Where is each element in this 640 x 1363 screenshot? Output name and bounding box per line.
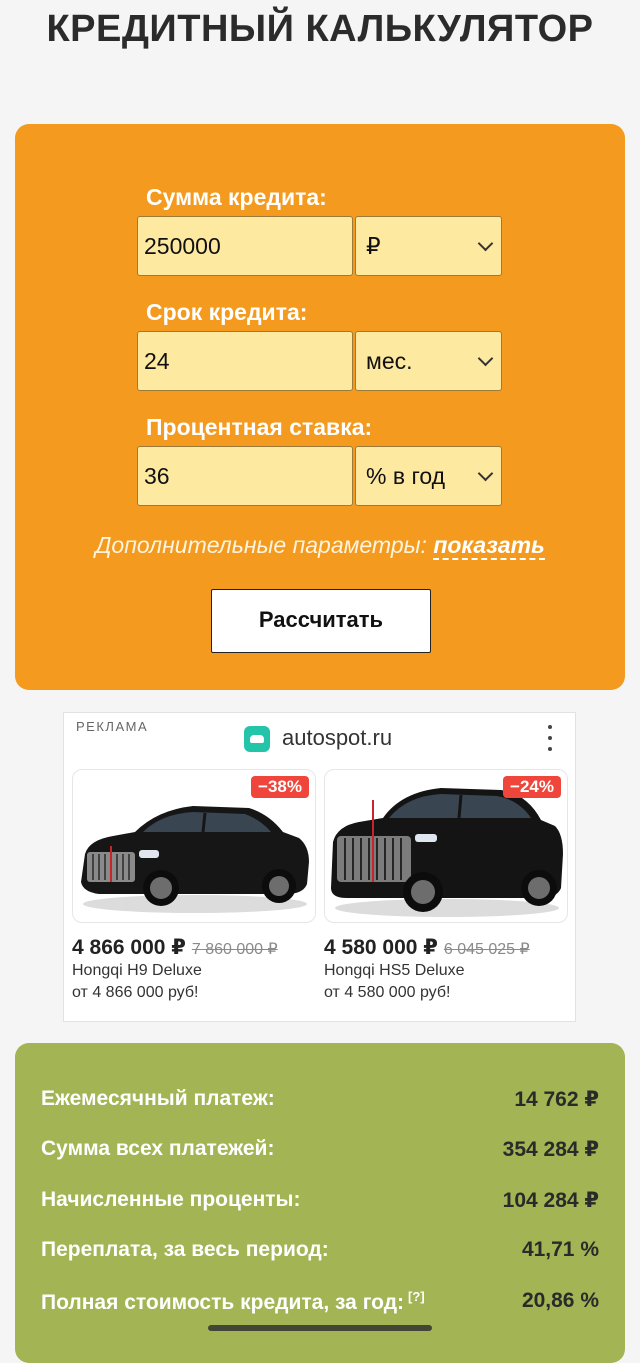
result-row-monthly-payment: Ежемесячный платеж: 14 762 ₽	[41, 1087, 599, 1117]
page-title: КРЕДИТНЫЙ КАЛЬКУЛЯТОР	[46, 8, 594, 50]
result-value: 20,86 %	[521, 1289, 599, 1312]
extra-params: Дополнительные параметры: показать	[15, 532, 625, 560]
chevron-down-icon	[477, 350, 494, 367]
result-row-total-payments: Сумма всех платежей: 354 284 ₽	[41, 1137, 599, 1167]
result-value: 104 284 ₽	[502, 1189, 599, 1212]
product-image-hongqi-h9[interactable]: −38%	[72, 769, 316, 923]
product-price-value: 4 580 000 ₽	[324, 936, 438, 959]
result-label: Полная стоимость кредита, за год:	[41, 1291, 405, 1314]
product-old-price: 6 045 025 ₽	[443, 941, 530, 958]
result-value: 41,71 %	[521, 1238, 599, 1261]
chevron-down-icon	[477, 465, 494, 482]
rate-unit-select-value: % в год	[366, 463, 446, 489]
ad-label: РЕКЛАМА	[76, 719, 149, 734]
currency-select[interactable]: ₽	[355, 216, 502, 276]
product-description: от 4 580 000 руб!	[324, 984, 451, 1001]
result-value: 354 284 ₽	[502, 1138, 599, 1161]
result-row-accrued-interest: Начисленные проценты: 104 284 ₽	[41, 1188, 599, 1218]
product-old-price: 7 860 000 ₽	[191, 941, 278, 958]
product-name[interactable]: Hongqi H9 Deluxe	[72, 962, 202, 980]
rate-unit-select[interactable]: % в год	[355, 446, 502, 506]
product-price: 4 866 000 ₽ 7 860 000 ₽	[72, 935, 278, 960]
discount-badge: −24%	[503, 776, 561, 798]
term-unit-select[interactable]: мес.	[355, 331, 502, 391]
more-options-icon[interactable]	[542, 725, 558, 751]
rate-label: Процентная ставка:	[146, 414, 373, 440]
ad-domain-link[interactable]: autospot.ru	[282, 725, 392, 751]
calculate-button[interactable]: Рассчитать	[211, 589, 431, 653]
extra-params-label: Дополнительные параметры:	[95, 532, 427, 558]
product-name[interactable]: Hongqi HS5 Deluxe	[324, 962, 465, 980]
result-row-overpayment: Переплата, за весь период: 41,71 %	[41, 1238, 599, 1268]
result-value: 14 762 ₽	[514, 1088, 599, 1111]
product-image-hongqi-hs5[interactable]: −24%	[324, 769, 568, 923]
results-panel: Ежемесячный платеж: 14 762 ₽ Сумма всех …	[15, 1043, 625, 1363]
result-label: Сумма всех платежей:	[41, 1137, 275, 1160]
term-unit-select-value: мес.	[366, 348, 413, 374]
help-note-link[interactable]: [?]	[408, 1289, 425, 1304]
result-label: Переплата, за весь период:	[41, 1238, 329, 1261]
result-label: Ежемесячный платеж:	[41, 1087, 275, 1110]
product-price: 4 580 000 ₽ 6 045 025 ₽	[324, 935, 530, 960]
currency-select-value: ₽	[366, 233, 381, 259]
term-label: Срок кредита:	[146, 299, 308, 325]
extra-params-show-link[interactable]: показать	[433, 532, 545, 560]
result-label-wrap: Полная стоимость кредита, за год: [?]	[41, 1289, 425, 1315]
calculator-form: Сумма кредита: ₽ Срок кредита: мес. Проц…	[15, 124, 625, 690]
result-label: Начисленные проценты:	[41, 1188, 301, 1211]
product-description: от 4 866 000 руб!	[72, 984, 199, 1001]
product-price-value: 4 866 000 ₽	[72, 936, 186, 959]
car-logo-icon[interactable]	[244, 726, 270, 752]
discount-badge: −38%	[251, 776, 309, 798]
chevron-down-icon	[477, 235, 494, 252]
amount-input[interactable]	[137, 216, 353, 276]
amount-label: Сумма кредита:	[146, 184, 327, 210]
ad-block: РЕКЛАМА autospot.ru −38% 4 866 000 ₽ 7 86…	[63, 712, 576, 1022]
rate-input[interactable]	[137, 446, 353, 506]
term-input[interactable]	[137, 331, 353, 391]
result-row-full-cost: Полная стоимость кредита, за год: [?] 20,…	[41, 1289, 599, 1319]
home-indicator[interactable]	[208, 1325, 432, 1331]
